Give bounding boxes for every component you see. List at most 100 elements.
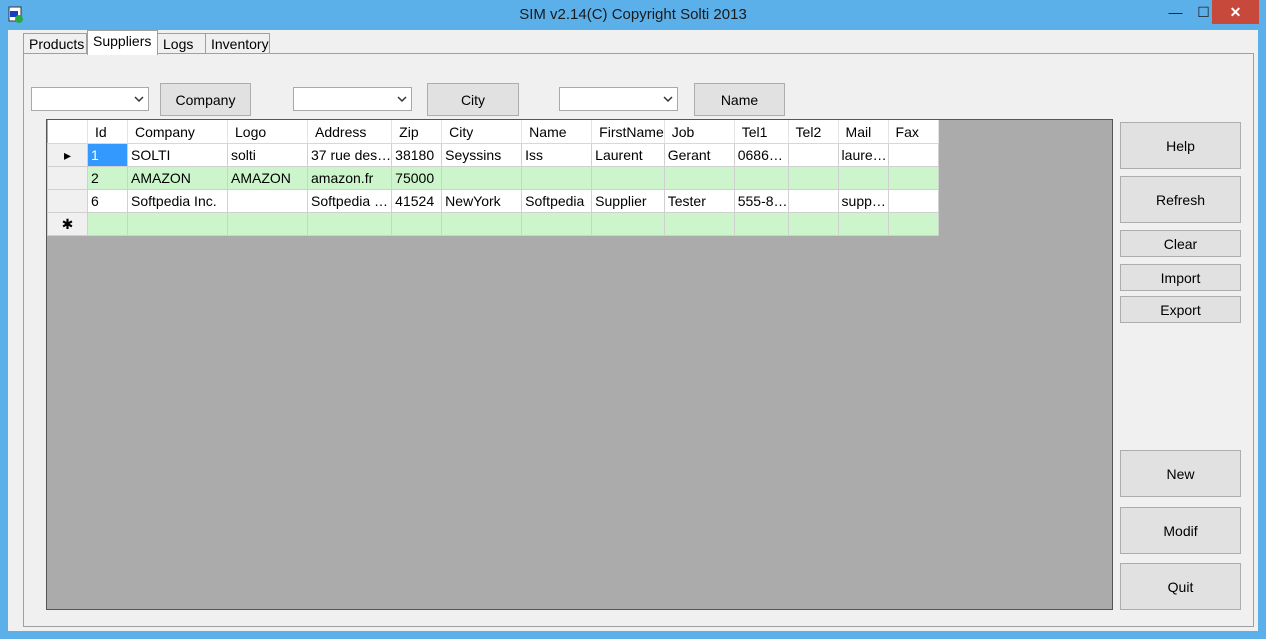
grid-cell[interactable] [227, 189, 308, 213]
grid-cell[interactable] [837, 212, 889, 236]
grid-cell[interactable] [521, 166, 593, 190]
help-button[interactable]: Help [1120, 122, 1241, 169]
grid-cell[interactable] [591, 166, 665, 190]
grid-cell[interactable]: supp… [837, 189, 889, 213]
new-row[interactable]: ✱ [47, 212, 939, 236]
table-row[interactable]: 6 Softpedia Inc. Softpedia … 41524 NewYo… [47, 189, 939, 213]
grid-cell[interactable]: Iss [521, 143, 593, 167]
table-row[interactable]: 2 AMAZON AMAZON amazon.fr 75000 [47, 166, 939, 190]
quit-button[interactable]: Quit [1120, 563, 1241, 610]
grid-cell[interactable]: 555-8… [733, 189, 789, 213]
column-header[interactable]: Tel2 [788, 120, 839, 144]
table-row[interactable]: ▸ 1 SOLTI solti 37 rue des… 38180 Seyssi… [47, 143, 939, 167]
grid-cell[interactable]: Seyssins [441, 143, 523, 167]
column-header[interactable]: FirstName [591, 120, 665, 144]
grid-cell[interactable] [306, 212, 393, 236]
tab-products[interactable]: Products [23, 33, 87, 53]
clear-button[interactable]: Clear [1120, 230, 1241, 257]
chevron-down-icon [397, 96, 407, 103]
new-button[interactable]: New [1120, 450, 1241, 497]
refresh-button[interactable]: Refresh [1120, 176, 1241, 223]
grid-cell[interactable]: 41524 [391, 189, 443, 213]
grid-cell[interactable]: 0686… [733, 143, 789, 167]
grid-cell[interactable] [441, 212, 523, 236]
name-filter-dropdown[interactable] [559, 87, 678, 111]
column-header[interactable]: Address [307, 120, 393, 144]
import-button[interactable]: Import [1120, 264, 1241, 291]
grid-cell[interactable]: Softpedia Inc. [127, 189, 228, 213]
new-row-marker[interactable]: ✱ [47, 212, 88, 236]
grid-cell[interactable] [787, 166, 839, 190]
grid-cell[interactable] [87, 212, 128, 236]
grid-cell[interactable]: 2 [87, 166, 128, 190]
grid-cell[interactable] [521, 212, 593, 236]
export-button[interactable]: Export [1120, 296, 1241, 323]
close-button[interactable]: ✕ [1212, 0, 1259, 24]
grid-cell[interactable]: SOLTI [127, 143, 228, 167]
modif-button[interactable]: Modif [1120, 507, 1241, 554]
row-header[interactable] [47, 189, 88, 213]
grid-cell[interactable] [441, 166, 523, 190]
name-filter-button[interactable]: Name [694, 83, 785, 116]
grid-cell[interactable]: 1 [87, 143, 128, 167]
tab-inventory[interactable]: Inventory [205, 33, 270, 53]
grid-cell[interactable]: Gerant [663, 143, 735, 167]
suppliers-grid[interactable]: Id Company Logo Address Zip City Name Fi… [46, 119, 1113, 610]
grid-cell[interactable] [787, 212, 839, 236]
column-header[interactable]: City [441, 120, 523, 144]
grid-cell[interactable] [837, 166, 889, 190]
grid-cell[interactable] [663, 212, 735, 236]
column-header[interactable]: Zip [391, 120, 443, 144]
grid-cell[interactable]: Softpedia [521, 189, 593, 213]
column-header[interactable]: Company [127, 120, 228, 144]
grid-cell[interactable]: solti [227, 143, 308, 167]
column-header[interactable]: Logo [227, 120, 308, 144]
grid-cell[interactable]: Softpedia … [306, 189, 393, 213]
column-header[interactable]: Fax [888, 120, 939, 144]
grid-cell[interactable] [127, 212, 228, 236]
company-filter-button[interactable]: Company [160, 83, 251, 116]
grid-cell[interactable]: Supplier [591, 189, 665, 213]
grid-cell[interactable]: NewYork [441, 189, 523, 213]
grid-header-row: Id Company Logo Address Zip City Name Fi… [47, 120, 939, 144]
grid-cell[interactable] [787, 189, 839, 213]
grid-cell[interactable] [663, 166, 735, 190]
grid-cell[interactable]: AMAZON [127, 166, 228, 190]
grid-cell[interactable] [591, 212, 665, 236]
column-header[interactable]: Job [664, 120, 735, 144]
column-header[interactable]: Id [87, 120, 128, 144]
grid-corner[interactable] [47, 120, 88, 144]
grid-cell[interactable] [887, 166, 939, 190]
grid-cell[interactable] [887, 143, 939, 167]
row-header[interactable]: ▸ [47, 143, 88, 167]
app-window: SIM v2.14(C) Copyright Solti 2013 — ☐ ✕ … [0, 0, 1266, 639]
grid-cell[interactable]: laure… [837, 143, 889, 167]
row-header[interactable] [47, 166, 88, 190]
grid-cell[interactable] [887, 212, 939, 236]
suppliers-table: Id Company Logo Address Zip City Name Fi… [47, 120, 939, 236]
grid-cell[interactable] [227, 212, 308, 236]
title-bar: SIM v2.14(C) Copyright Solti 2013 — ☐ ✕ [0, 0, 1266, 30]
column-header[interactable]: Mail [838, 120, 889, 144]
grid-cell[interactable] [887, 189, 939, 213]
grid-cell[interactable] [787, 143, 839, 167]
city-filter-dropdown[interactable] [293, 87, 412, 111]
grid-cell[interactable]: Tester [663, 189, 735, 213]
grid-cell[interactable]: 38180 [391, 143, 443, 167]
grid-cell[interactable]: 37 rue des… [306, 143, 393, 167]
tab-logs[interactable]: Logs [157, 33, 206, 53]
grid-cell[interactable]: 6 [87, 189, 128, 213]
grid-cell[interactable] [733, 212, 789, 236]
grid-cell[interactable] [391, 212, 443, 236]
grid-cell[interactable]: amazon.fr [306, 166, 393, 190]
grid-cell[interactable]: 75000 [391, 166, 443, 190]
client-area: Products Suppliers Logs Inventory Compan… [8, 30, 1258, 631]
company-filter-dropdown[interactable] [31, 87, 149, 111]
grid-cell[interactable]: AMAZON [227, 166, 308, 190]
grid-cell[interactable] [733, 166, 789, 190]
column-header[interactable]: Tel1 [734, 120, 789, 144]
tab-suppliers[interactable]: Suppliers [87, 30, 158, 55]
column-header[interactable]: Name [521, 120, 593, 144]
city-filter-button[interactable]: City [427, 83, 519, 116]
grid-cell[interactable]: Laurent [591, 143, 665, 167]
